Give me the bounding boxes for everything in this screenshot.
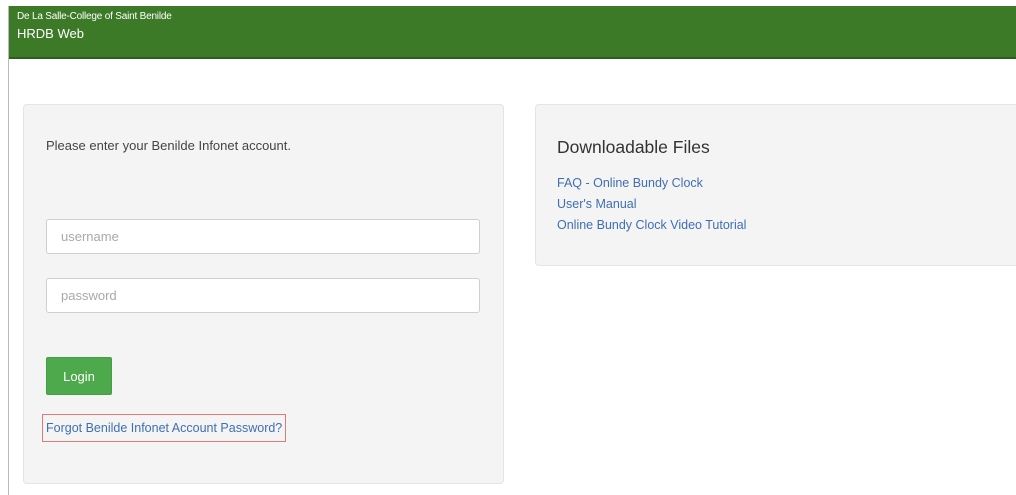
browser-viewport: De La Salle-College of Saint Benilde HRD… bbox=[8, 6, 1016, 495]
login-button[interactable]: Login bbox=[46, 357, 112, 395]
video-tutorial-link[interactable]: Online Bundy Clock Video Tutorial bbox=[557, 218, 746, 232]
downloads-list: FAQ - Online Bundy Clock User's Manual O… bbox=[557, 172, 746, 235]
login-prompt: Please enter your Benilde Infonet accoun… bbox=[46, 138, 291, 153]
site-header: De La Salle-College of Saint Benilde HRD… bbox=[9, 6, 1016, 59]
organization-name: De La Salle-College of Saint Benilde bbox=[17, 11, 172, 22]
list-item: Online Bundy Clock Video Tutorial bbox=[557, 214, 746, 235]
password-input[interactable] bbox=[46, 278, 480, 313]
users-manual-link[interactable]: User's Manual bbox=[557, 197, 637, 211]
login-panel: Please enter your Benilde Infonet accoun… bbox=[23, 104, 504, 484]
forgot-password-link[interactable]: Forgot Benilde Infonet Account Password? bbox=[42, 414, 287, 442]
username-input[interactable] bbox=[46, 219, 480, 254]
list-item: User's Manual bbox=[557, 193, 746, 214]
faq-link[interactable]: FAQ - Online Bundy Clock bbox=[557, 176, 703, 190]
downloads-title: Downloadable Files bbox=[557, 137, 710, 157]
list-item: FAQ - Online Bundy Clock bbox=[557, 172, 746, 193]
downloads-panel: Downloadable Files FAQ - Online Bundy Cl… bbox=[535, 104, 1016, 266]
app-title: HRDB Web bbox=[17, 26, 84, 41]
